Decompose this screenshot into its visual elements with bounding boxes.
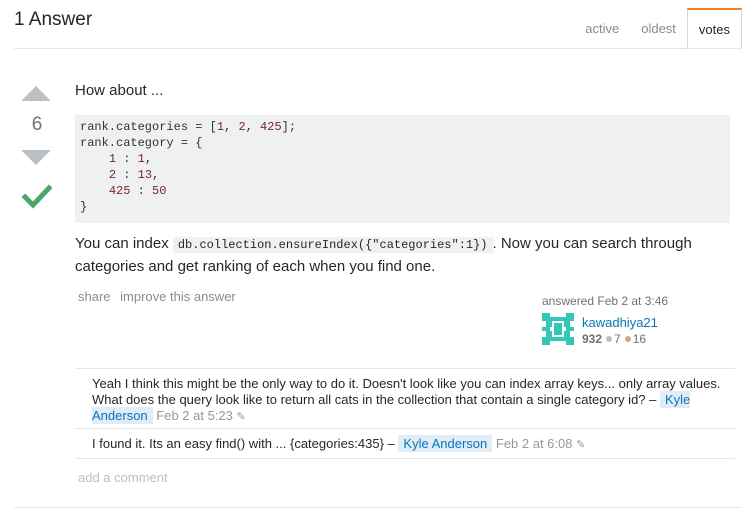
comment-item: I found it. Its an easy find() with ... …: [92, 435, 732, 453]
tab-active[interactable]: active: [574, 8, 630, 48]
comment-text: Yeah I think this might be the only way …: [92, 376, 721, 407]
arrow-up-icon[interactable]: [21, 86, 51, 101]
comment-date[interactable]: Feb 2 at 6:08: [496, 436, 573, 451]
share-link[interactable]: share: [78, 289, 111, 304]
tab-oldest[interactable]: oldest: [630, 8, 687, 48]
comment-user-link[interactable]: Kyle Anderson: [398, 435, 493, 452]
silver-badge-count: 7: [614, 332, 621, 346]
silver-badge-icon: [606, 336, 613, 343]
comment-date[interactable]: Feb 2 at 5:23: [156, 408, 233, 423]
post-menu: share improve this answer: [78, 289, 242, 304]
bronze-badge-icon: [624, 336, 631, 343]
bronze-badge-count: 16: [632, 332, 647, 346]
answers-count-title: 1 Answer: [14, 9, 93, 30]
arrow-down-icon[interactable]: [21, 150, 51, 165]
checkmark-icon: [22, 184, 52, 209]
answered-timestamp: answered Feb 2 at 3:46: [542, 294, 669, 308]
sort-tabs: active oldest votes: [574, 8, 742, 50]
reputation-score: 932: [582, 332, 603, 346]
answers-header: 1 Answer active oldest votes: [0, 0, 754, 50]
identicon-icon[interactable]: [542, 313, 574, 345]
improve-answer-link[interactable]: improve this answer: [120, 289, 236, 304]
comment-divider: [75, 458, 735, 459]
reputation-info: 932 7 16: [582, 332, 646, 346]
pencil-icon[interactable]: ✎: [237, 411, 246, 423]
username-link[interactable]: kawadhiya21: [582, 315, 658, 330]
code-block: rank.categories = [1, 2, 425]; rank.cate…: [75, 115, 730, 223]
header-divider: [14, 48, 742, 49]
comment-item: Yeah I think this might be the only way …: [92, 376, 732, 425]
pencil-icon[interactable]: ✎: [576, 439, 585, 451]
comments-divider: [75, 368, 735, 369]
answer-description: You can index db.collection.ensureIndex(…: [75, 235, 692, 275]
add-comment-link[interactable]: add a comment: [78, 470, 168, 485]
tab-votes[interactable]: votes: [686, 8, 742, 50]
vote-count: 6: [31, 114, 43, 135]
answer-intro: How about ...: [75, 82, 164, 99]
inline-code: db.collection.ensureIndex({"categories":…: [172, 237, 493, 253]
bottom-divider: [14, 507, 742, 508]
comment-divider: [75, 428, 735, 429]
comment-text: I found it. Its an easy find() with ... …: [92, 436, 399, 451]
